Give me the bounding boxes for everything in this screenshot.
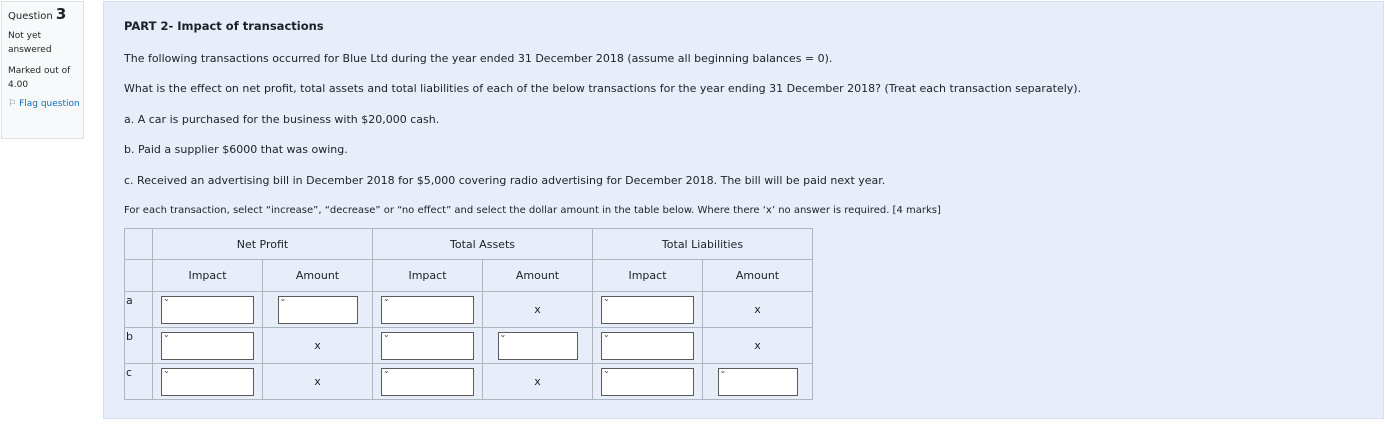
chevron-down-icon: ⌄	[603, 293, 610, 303]
group-header-total-liabilities: Total Liabilities	[592, 228, 813, 260]
net-profit-impact-select-a[interactable]: ⌄	[161, 293, 254, 324]
chevron-down-icon: ⌄	[163, 329, 170, 339]
corner-cell	[124, 259, 153, 292]
total-assets-impact-select-c[interactable]: ⌄	[381, 365, 474, 396]
flag-question-label: Flag question	[19, 99, 80, 109]
question-number: Question 3	[8, 7, 83, 24]
no-answer-cell: x	[262, 327, 373, 364]
answer-table: Net Profit Total Assets Total Liabilitie…	[124, 228, 813, 400]
row-label: a	[124, 291, 153, 328]
subheader-amount: Amount	[262, 259, 373, 292]
net-profit-amount-select-a[interactable]: ⌄	[277, 293, 358, 324]
question-grade: Marked out of 4.00	[8, 66, 71, 90]
net-profit-impact-select-b[interactable]: ⌄	[161, 329, 254, 360]
question-info-panel: Question 3 Not yet answered Marked out o…	[1, 1, 84, 139]
total-liabilities-impact-select-a[interactable]: ⌄	[601, 293, 694, 324]
table-row: b ⌄ x ⌄ ⌄ ⌄ x	[124, 327, 813, 364]
no-answer-cell: x	[262, 363, 373, 400]
chevron-down-icon: ⌄	[383, 365, 390, 375]
subheader-row: Impact Amount Impact Amount Impact Amoun…	[124, 259, 813, 292]
flag-icon: ⚐	[8, 99, 17, 109]
row-label: b	[124, 327, 153, 364]
chevron-down-icon: ⌄	[383, 293, 390, 303]
question-content: PART 2- Impact of transactions The follo…	[103, 1, 1384, 419]
no-answer-cell: x	[702, 291, 813, 328]
total-assets-impact-select-b[interactable]: ⌄	[381, 329, 474, 360]
total-liabilities-amount-select-c[interactable]: ⌄	[717, 365, 798, 396]
part-title: PART 2- Impact of transactions	[124, 19, 324, 33]
total-liabilities-impact-select-c[interactable]: ⌄	[601, 365, 694, 396]
total-liabilities-impact-select-b[interactable]: ⌄	[601, 329, 694, 360]
transaction-b: b. Paid a supplier $6000 that was owing.	[124, 143, 348, 156]
chevron-down-icon: ⌄	[719, 365, 727, 375]
group-header-total-assets: Total Assets	[372, 228, 593, 260]
question-label: Question	[8, 11, 53, 22]
total-assets-amount-select-b[interactable]: ⌄	[497, 329, 578, 360]
net-profit-impact-select-c[interactable]: ⌄	[161, 365, 254, 396]
chevron-down-icon: ⌄	[603, 365, 610, 375]
chevron-down-icon: ⌄	[383, 329, 390, 339]
question-text: What is the effect on net profit, total …	[124, 82, 1082, 95]
subheader-impact: Impact	[592, 259, 703, 292]
transaction-c: c. Received an advertising bill in Decem…	[124, 174, 886, 187]
question-number-value: 3	[55, 5, 67, 23]
intro-text: The following transactions occurred for …	[124, 52, 833, 65]
chevron-down-icon: ⌄	[163, 365, 170, 375]
chevron-down-icon: ⌄	[163, 293, 170, 303]
transaction-a: a. A car is purchased for the business w…	[124, 113, 440, 126]
no-answer-cell: x	[482, 291, 593, 328]
table-row: c ⌄ x ⌄ x ⌄ ⌄	[124, 363, 813, 400]
total-assets-impact-select-a[interactable]: ⌄	[381, 293, 474, 324]
no-answer-cell: x	[482, 363, 593, 400]
flag-question-link[interactable]: ⚐ Flag question	[8, 98, 83, 110]
no-answer-cell: x	[702, 327, 813, 364]
subheader-amount: Amount	[482, 259, 593, 292]
row-label: c	[124, 363, 153, 400]
table-row: a ⌄ ⌄ ⌄ x ⌄ x	[124, 291, 813, 328]
subheader-impact: Impact	[372, 259, 483, 292]
question-state: Not yet answered	[8, 31, 52, 55]
corner-cell	[124, 228, 153, 260]
group-header-net-profit: Net Profit	[152, 228, 373, 260]
chevron-down-icon: ⌄	[603, 329, 610, 339]
subheader-impact: Impact	[152, 259, 263, 292]
instruction-text: For each transaction, select “increase”,…	[124, 205, 941, 216]
chevron-down-icon: ⌄	[279, 293, 287, 303]
chevron-down-icon: ⌄	[499, 329, 507, 339]
group-header-row: Net Profit Total Assets Total Liabilitie…	[124, 228, 813, 260]
subheader-amount: Amount	[702, 259, 813, 292]
